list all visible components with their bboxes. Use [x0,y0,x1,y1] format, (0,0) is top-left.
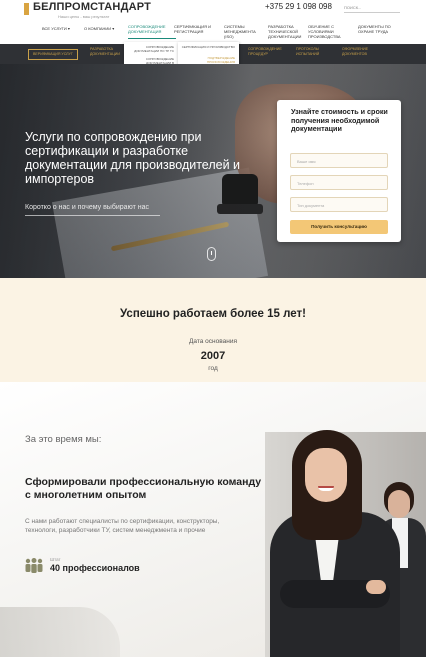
search-input[interactable]: ПОИСК... [344,3,400,13]
subnav-item-procedures[interactable]: СОПРОВОЖДЕНИЕ ПРОЦЕДУР [248,47,288,56]
people-icon [25,558,43,573]
nav-item-iso[interactable]: СИСТЕМЫ МЕНЕДЖМЕНТА (ISO) [224,24,262,39]
nav-item-certification[interactable]: СЕРТИФИКАЦИЯ И РЕГИСТРАЦИЯ [174,24,220,34]
hero-about-link[interactable]: Коротко о нас и почему выбирают нас [25,204,149,211]
doc-type-input[interactable]: Тип документа [290,197,388,212]
team-woman-photo [270,430,420,657]
nav-item-about[interactable]: О КОМПАНИИ ▾ [84,26,114,31]
main-nav: ВСЕ УСЛУГИ ▾ О КОМПАНИИ ▾ СОПРОВОЖДЕНИЕ … [24,22,404,39]
get-consultation-button[interactable]: Получить консультацию [290,220,388,234]
form-title: Узнайте стоимость и сроки получения необ… [291,107,388,133]
dropdown-item[interactable]: СЕРТИФИКАЦИЯ И ПРОИЗВОДСТВО [180,45,235,50]
name-input[interactable]: Ваше имя [290,153,388,168]
team-subtitle: За это время мы: [25,434,102,445]
nav-item-labor-safety[interactable]: ДОКУМЕНТЫ ПО ОХРАНЕ ТРУДА [358,24,400,34]
staff-label: Штат [50,557,61,562]
founding-year-unit: год [208,365,218,372]
years-section: Успешно работаем более 15 лет! Дата осно… [0,278,426,382]
scroll-down-icon[interactable] [207,247,216,261]
hero-section: Услуги по сопровождению при сертификации… [0,64,426,278]
dropdown-item[interactable]: СОПРОВОЖДЕНИЕ ДОКУМЕНТАЦИИ ПО ТР ТС [126,45,174,53]
team-heading: Сформировали профессиональную команду с … [25,476,262,501]
nav-item-training[interactable]: ОБУЧЕНИЕ С УСЛОВИЯМИ ПРОИЗВОДСТВА [308,24,356,39]
chevron-down-icon: ▾ [112,26,115,31]
logo-tagline: Наши цены - ваш результат [58,14,110,19]
subnav-item-verification[interactable]: ВЕРИФИКАЦИЯ УСЛУГ [28,49,78,60]
founding-year: 2007 [200,350,226,362]
subnav-item-protocols[interactable]: ПРОТОКОЛЫ ИСПЫТАНИЙ [296,47,332,56]
consultation-form: Узнайте стоимость и сроки получения необ… [277,100,401,242]
years-title: Успешно работаем более 15 лет! [120,308,306,320]
phone-number[interactable]: +375 29 1 098 098 [265,2,332,11]
team-description: С нами работают специалисты по сертифика… [25,518,220,534]
hero-title: Услуги по сопровождению при сертификации… [25,130,241,186]
logo-text: БЕЛПРОМСТАНДАРТ [33,1,152,13]
logo-mark-icon [24,3,29,15]
subnav-item-docs[interactable]: РАЗРАБОТКА ДОКУМЕНТАЦИИ [90,47,126,56]
chevron-down-icon: ▾ [67,26,70,31]
team-section: За это время мы: Сформировали профессион… [0,382,426,657]
phone-input[interactable]: Телефон [290,175,388,190]
founding-date-label: Дата основания [188,338,237,345]
site-header: БЕЛПРОМСТАНДАРТ Наши цены - ваш результа… [0,0,426,44]
subnav-item-paperwork[interactable]: ОФОРМЛЕНИЕ ДОКУМЕНТОВ [342,47,388,56]
decorative-shape [0,607,120,657]
nav-item-support[interactable]: СОПРОВОЖДЕНИЕ ДОКУМЕНТАЦИЯ [128,24,176,39]
hero-link-underline [25,215,160,216]
nav-item-tech-docs[interactable]: РАЗРАБОТКА ТЕХНИЧЕСКОЙ ДОКУМЕНТАЦИИ [268,24,306,39]
staff-count: 40 профессионалов [50,563,140,573]
logo[interactable]: БЕЛПРОМСТАНДАРТ Наши цены - ваш результа… [24,1,164,19]
nav-item-all-services[interactable]: ВСЕ УСЛУГИ ▾ [42,26,70,31]
